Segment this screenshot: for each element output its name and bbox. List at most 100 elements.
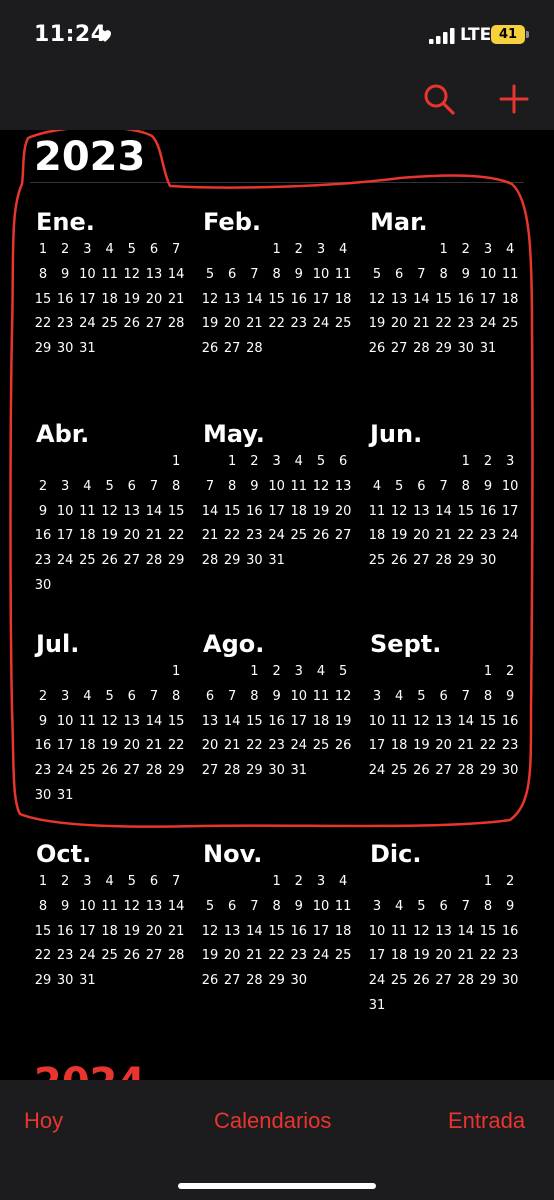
day-number: 3 bbox=[272, 454, 281, 469]
day-number: 21 bbox=[167, 923, 185, 939]
day-number: 29 bbox=[223, 553, 241, 569]
day-number: 15 bbox=[223, 503, 241, 519]
status-bar: 11:24 LTE 41 bbox=[0, 0, 554, 72]
day-number: 29 bbox=[457, 553, 475, 569]
day-number: 30 bbox=[56, 341, 74, 357]
home-indicator[interactable] bbox=[178, 1183, 376, 1189]
day-number: 17 bbox=[290, 713, 308, 729]
day-number: 27 bbox=[201, 763, 219, 779]
day-number: 10 bbox=[79, 898, 96, 914]
day-number: 22 bbox=[167, 738, 185, 754]
day-number: 1 bbox=[172, 664, 181, 679]
day-number: 29 bbox=[246, 763, 263, 779]
day-number: 5 bbox=[105, 478, 114, 494]
day-number: 27 bbox=[435, 763, 452, 779]
day-number: 14 bbox=[167, 266, 185, 282]
day-number: 17 bbox=[479, 291, 497, 307]
day-number: 16 bbox=[501, 713, 519, 729]
day-number: 31 bbox=[56, 788, 74, 803]
day-number: 18 bbox=[501, 291, 519, 307]
day-number: 25 bbox=[101, 948, 118, 964]
add-icon[interactable] bbox=[497, 82, 531, 116]
day-number: 5 bbox=[417, 688, 426, 704]
day-number: 24 bbox=[268, 528, 285, 544]
tab-calendars[interactable]: Calendarios bbox=[214, 1108, 331, 1134]
day-number: 25 bbox=[501, 316, 519, 332]
tab-today[interactable]: Hoy bbox=[24, 1108, 63, 1134]
day-number: 13 bbox=[413, 503, 430, 519]
day-grid: 1 2 3 4 5 6 7 8 9 10 11 12 13 14 15 16 17 18 19 20 21 22 23 24 2… bbox=[368, 242, 528, 372]
day-number: 28 bbox=[435, 553, 452, 569]
signal-icon bbox=[429, 28, 455, 44]
day-number: 25 bbox=[290, 528, 308, 544]
day-grid: 1 2 3 4 5 6 7 8 9 10 11 12 13 14 15 16 17 18 19 20 21 22 23 24 2… bbox=[34, 454, 194, 593]
day-number: 8 bbox=[461, 478, 470, 494]
day-number: 18 bbox=[79, 738, 96, 754]
day-number: 28 bbox=[223, 763, 241, 779]
day-number: 21 bbox=[246, 948, 263, 964]
day-number: 10 bbox=[479, 266, 497, 282]
day-number: 3 bbox=[83, 242, 92, 257]
day-number: 20 bbox=[334, 503, 352, 519]
day-number: 13 bbox=[390, 291, 408, 307]
day-number: 16 bbox=[290, 923, 308, 939]
day-number: 11 bbox=[501, 266, 519, 282]
day-number: 31 bbox=[479, 341, 497, 357]
day-number: 17 bbox=[79, 291, 96, 307]
day-number: 19 bbox=[201, 316, 219, 332]
day-number: 22 bbox=[167, 528, 185, 544]
day-number: 8 bbox=[228, 478, 237, 494]
day-number: 2 bbox=[461, 242, 470, 257]
day-number: 22 bbox=[268, 316, 285, 332]
day-number: 31 bbox=[268, 553, 285, 569]
day-number: 30 bbox=[501, 763, 519, 779]
month-name: Sept. bbox=[370, 630, 442, 658]
day-number: 10 bbox=[56, 503, 74, 519]
tab-inbox[interactable]: Entrada bbox=[448, 1108, 525, 1134]
day-number: 20 bbox=[123, 528, 141, 544]
day-number: 23 bbox=[457, 316, 475, 332]
day-number: 1 bbox=[483, 874, 493, 889]
day-number: 8 bbox=[483, 898, 493, 914]
day-number: 11 bbox=[390, 923, 408, 939]
day-number: 2 bbox=[483, 454, 493, 469]
day-number: 3 bbox=[316, 874, 326, 889]
day-number: 26 bbox=[312, 528, 330, 544]
day-number: 28 bbox=[145, 553, 163, 569]
day-number: 27 bbox=[123, 553, 141, 569]
day-number: 23 bbox=[56, 948, 74, 964]
day-number: 1 bbox=[250, 664, 259, 679]
next-year-title: 2024 bbox=[34, 1060, 145, 1080]
day-number: 26 bbox=[101, 763, 118, 779]
day-number: 29 bbox=[479, 973, 497, 989]
day-number: 7 bbox=[172, 242, 181, 257]
year-view[interactable]: 2023 Ene. 1 2 3 4 5 6 7 8 9 10 11 12 13 14 15 16 17 18 19 20… bbox=[0, 130, 554, 1080]
day-number: 31 bbox=[79, 341, 96, 357]
day-number: 2 bbox=[38, 688, 48, 704]
day-number: 21 bbox=[223, 738, 241, 754]
day-number: 19 bbox=[201, 948, 219, 964]
day-number: 25 bbox=[334, 316, 352, 332]
day-number: 15 bbox=[479, 713, 497, 729]
day-number: 9 bbox=[483, 478, 493, 494]
day-number: 17 bbox=[368, 948, 386, 964]
day-number: 10 bbox=[312, 898, 330, 914]
day-number: 1 bbox=[483, 664, 493, 679]
day-number: 17 bbox=[79, 923, 96, 939]
day-number: 26 bbox=[123, 948, 141, 964]
day-number: 28 bbox=[246, 973, 263, 989]
day-number: 7 bbox=[250, 266, 259, 282]
day-number: 5 bbox=[339, 664, 348, 679]
day-number: 5 bbox=[417, 898, 426, 914]
day-number: 21 bbox=[201, 528, 219, 544]
day-number: 22 bbox=[479, 948, 497, 964]
day-number: 3 bbox=[372, 898, 382, 914]
day-number: 12 bbox=[390, 503, 408, 519]
day-number: 16 bbox=[268, 713, 285, 729]
day-number: 22 bbox=[223, 528, 241, 544]
day-number: 14 bbox=[457, 923, 475, 939]
month-name: Jul. bbox=[36, 630, 80, 658]
day-number: 9 bbox=[38, 503, 48, 519]
search-icon[interactable] bbox=[422, 82, 456, 116]
day-number: 7 bbox=[149, 688, 159, 704]
